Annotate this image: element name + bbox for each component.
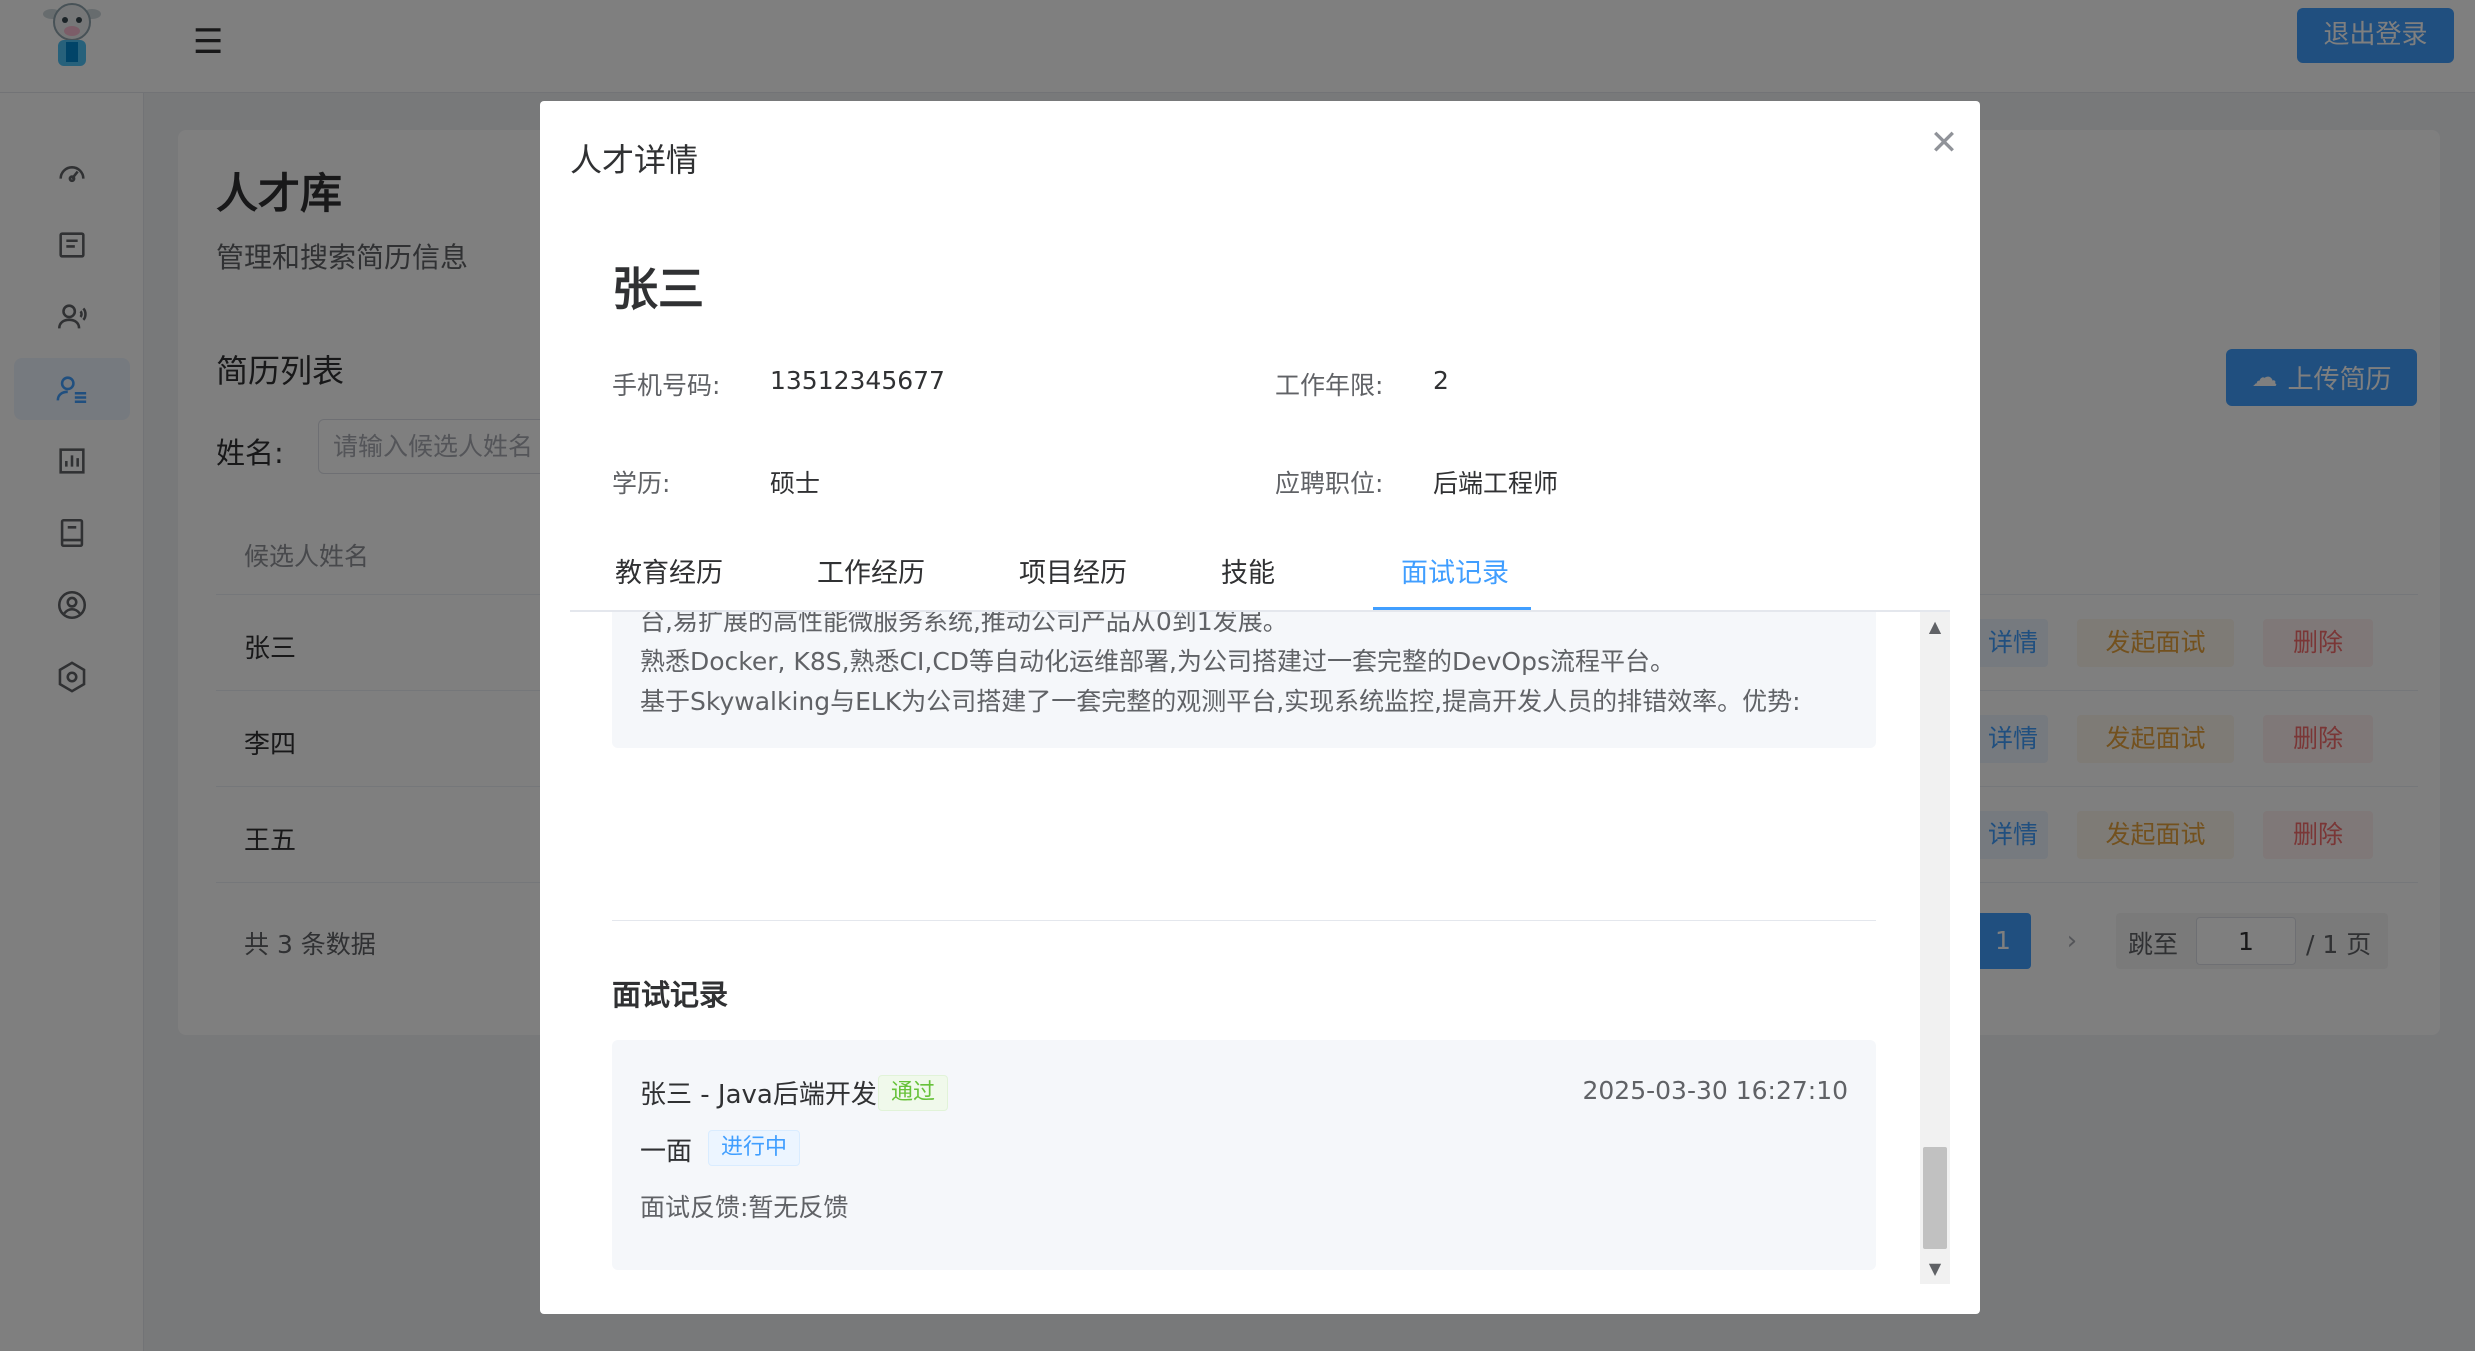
section-divider [612, 920, 1876, 921]
tab-education[interactable]: 教育经历 [615, 551, 723, 590]
detail-scroll-area[interactable]: 台,易扩展的高性能微服务系统,推动公司产品从0到1发展。 熟悉Docker, K… [612, 612, 1876, 1284]
talent-detail-dialog: 人才详情 ✕ 张三 手机号码: 13512345677 工作年限: 2 学历: … [540, 101, 1980, 1314]
scroll-up-icon[interactable]: ▲ [1920, 612, 1950, 642]
candidate-name: 张三 [612, 262, 704, 316]
years-value: 2 [1433, 366, 1449, 395]
position-label: 应聘职位: [1275, 469, 1384, 498]
degree-value: 硕士 [770, 469, 821, 498]
scroll-down-icon[interactable]: ▼ [1920, 1254, 1950, 1284]
close-icon[interactable]: ✕ [1924, 123, 1964, 163]
tab-interview-records[interactable]: 面试记录 [1401, 551, 1509, 590]
dialog-title: 人才详情 [570, 141, 699, 179]
experience-box: 台,易扩展的高性能微服务系统,推动公司产品从0到1发展。 熟悉Docker, K… [612, 612, 1876, 748]
years-label: 工作年限: [1275, 371, 1384, 400]
phone-label: 手机号码: [612, 371, 721, 400]
tab-work[interactable]: 工作经历 [817, 551, 925, 590]
tab-skills[interactable]: 技能 [1221, 551, 1275, 590]
tab-projects[interactable]: 项目经历 [1019, 551, 1127, 590]
interview-record-title: 张三 - Java后端开发 [640, 1080, 877, 1110]
scrollbar-thumb[interactable] [1923, 1147, 1947, 1249]
interview-feedback: 面试反馈:暂无反馈 [640, 1193, 849, 1222]
experience-line: 台,易扩展的高性能微服务系统,推动公司产品从0到1发展。 [640, 612, 1288, 636]
vertical-scrollbar[interactable]: ▲ ▼ [1920, 612, 1950, 1284]
interview-round: 一面 [640, 1137, 693, 1167]
degree-label: 学历: [612, 469, 671, 498]
result-tag: 通过 [878, 1075, 949, 1111]
experience-line: 基于Skywalking与ELK为公司搭建了一套完整的观测平台,实现系统监控,提… [640, 687, 1801, 716]
status-tag: 进行中 [708, 1130, 801, 1166]
interview-record-card: 张三 - Java后端开发 通过 2025-03-30 16:27:10 一面 … [612, 1040, 1876, 1270]
detail-tabs: 教育经历 工作经历 项目经历 技能 面试记录 [570, 531, 1950, 611]
phone-value: 13512345677 [770, 366, 945, 395]
experience-line: 熟悉Docker, K8S,熟悉CI,CD等自动化运维部署,为公司搭建过一套完整… [640, 647, 1675, 676]
interview-time: 2025-03-30 16:27:10 [1582, 1076, 1848, 1105]
interview-section-title: 面试记录 [612, 978, 729, 1012]
position-value: 后端工程师 [1433, 469, 1559, 498]
